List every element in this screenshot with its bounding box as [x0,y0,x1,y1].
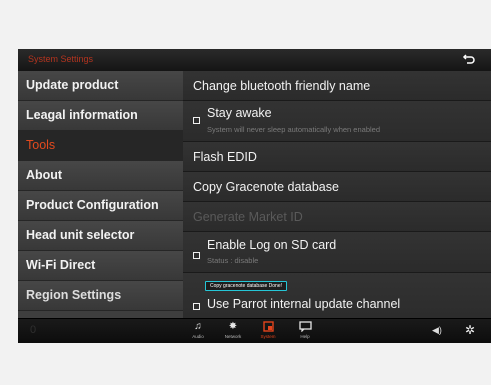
row-label: Stay awake [207,106,272,120]
menu-item-wifi-direct[interactable]: Wi-Fi Direct [18,251,183,281]
menu-item-update-product[interactable]: Update product [18,71,183,101]
music-note-icon: ♫ [194,321,202,332]
screen: System Settings Update product Leagal in… [18,49,491,343]
settings-gear-icon[interactable]: ✲ [465,323,475,337]
tab-label: System [260,334,276,339]
tab-help[interactable]: Help [290,321,320,343]
menu-item-head-unit-selector[interactable]: Head unit selector [18,221,183,251]
menu-item-tools[interactable]: Tools [18,131,183,161]
tab-label: Audio [192,334,204,339]
settings-menu: Update product Leagal information Tools … [18,71,183,318]
menu-item-label: Update product [26,78,119,92]
help-icon [290,321,320,333]
menu-item-region-settings[interactable]: Region Settings [18,281,183,311]
system-icon [253,321,283,333]
row-generate-market-id: Generate Market ID [183,202,491,232]
row-label: Change bluetooth friendly name [193,79,371,93]
toast-message: Copy gracenote database Done! [205,281,287,291]
menu-item-label: Product Configuration [26,198,159,212]
row-enable-log-sd[interactable]: Enable Log on SD card Status : disable [183,232,491,273]
enable-log-checkbox[interactable] [193,252,200,259]
row-change-bluetooth-name[interactable]: Change bluetooth friendly name [183,71,491,101]
row-label: Enable Log on SD card [207,238,337,252]
menu-item-label: Tools [26,138,56,152]
menu-item-label: Wi-Fi Direct [26,258,96,272]
volume-icon[interactable]: ◀) [432,325,442,336]
row-label: Flash EDID [193,150,257,164]
tools-list: Change bluetooth friendly name Stay awak… [183,71,491,318]
menu-item-product-configuration[interactable]: Product Configuration [18,191,183,221]
tab-label: Network [224,334,242,339]
row-parrot-update-channel[interactable]: Use Parrot internal update channel [183,273,491,318]
page-title: System Settings [28,54,94,64]
row-label: Copy Gracenote database [193,180,339,194]
row-label: Generate Market ID [193,210,303,224]
satellite-icon: ✸ [228,321,238,332]
menu-item-legal-information[interactable]: Leagal information [18,101,183,131]
menu-item-label: Head unit selector [26,228,135,242]
header-bar: System Settings [18,49,491,72]
row-copy-gracenote[interactable]: Copy Gracenote database [183,172,491,202]
menu-item-label: About [26,168,63,182]
row-subtitle: System will never sleep automatically wh… [207,125,381,134]
faded-indicator: 0 [30,324,37,336]
device-frame: System Settings Update product Leagal in… [0,0,491,385]
row-subtitle: Status : disable [207,256,259,265]
tab-system[interactable]: System [253,321,283,343]
row-flash-edid[interactable]: Flash EDID [183,142,491,172]
menu-item-about[interactable]: About [18,161,183,191]
menu-item-label: Leagal information [26,108,138,122]
menu-item-label: Region Settings [26,288,122,302]
row-label: Use Parrot internal update channel [207,297,401,311]
back-arrow-icon[interactable] [462,52,476,66]
row-stay-awake[interactable]: Stay awake System will never sleep autom… [183,101,491,142]
parrot-channel-checkbox[interactable] [193,303,200,310]
tab-network[interactable]: ✸ Network [218,321,248,343]
stay-awake-checkbox[interactable] [193,117,200,124]
bottom-tab-bar: 0 ♫ Audio ✸ Network System Help ◀) ✲ [18,318,491,343]
tab-label: Help [300,334,310,339]
tab-audio[interactable]: ♫ Audio [183,321,213,343]
